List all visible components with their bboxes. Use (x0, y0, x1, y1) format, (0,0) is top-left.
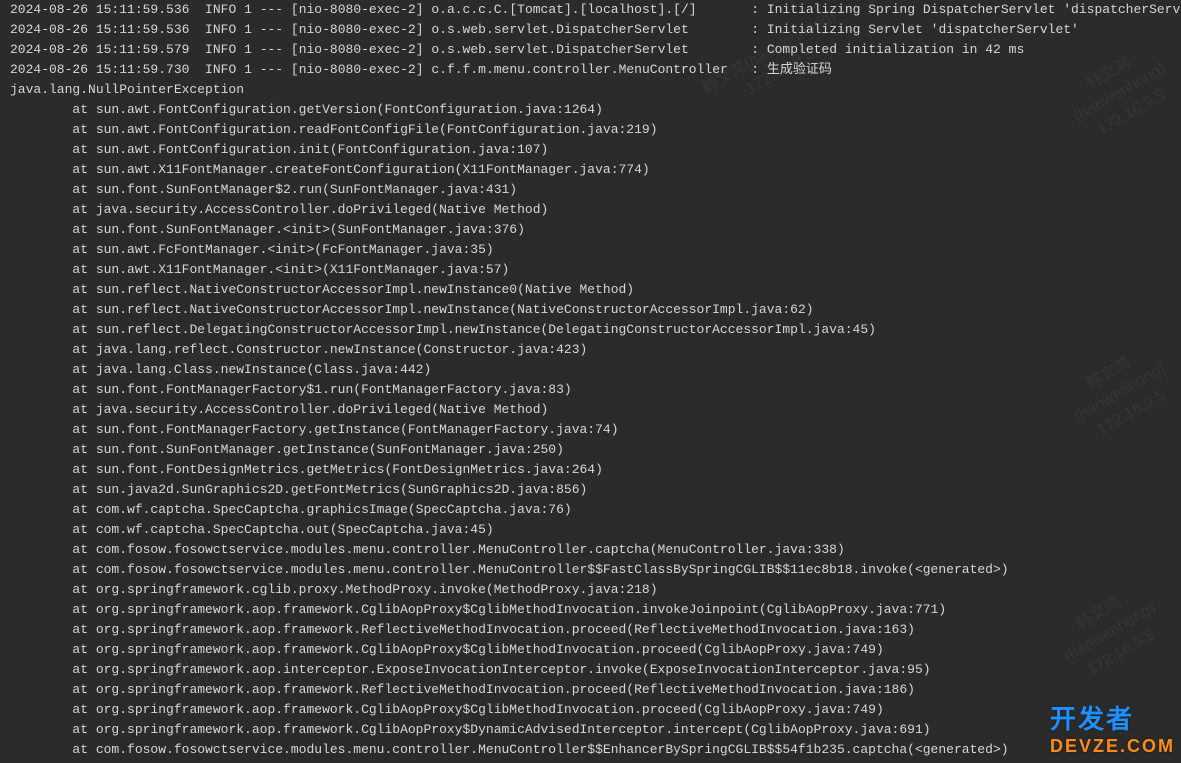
stack-frame: at sun.reflect.NativeConstructorAccessor… (10, 300, 1177, 320)
log-pid: 1 (244, 22, 252, 37)
stack-frame: at org.springframework.aop.framework.Ref… (10, 620, 1177, 640)
log-line: 2024-08-26 15:11:59.536 INFO 1 --- [nio-… (10, 0, 1177, 20)
stack-frame: at sun.reflect.NativeConstructorAccessor… (10, 280, 1177, 300)
stack-frame: at org.springframework.aop.framework.Ref… (10, 680, 1177, 700)
stack-frame: at java.lang.reflect.Constructor.newInst… (10, 340, 1177, 360)
stack-frame: at sun.awt.FcFontManager.<init>(FcFontMa… (10, 240, 1177, 260)
stack-frame: at sun.awt.X11FontManager.createFontConf… (10, 160, 1177, 180)
stack-frame: at sun.reflect.DelegatingConstructorAcce… (10, 320, 1177, 340)
stack-frame: at sun.awt.X11FontManager.<init>(X11Font… (10, 260, 1177, 280)
stack-frame: at sun.awt.FontConfiguration.readFontCon… (10, 120, 1177, 140)
stack-frame: at org.springframework.aop.interceptor.E… (10, 660, 1177, 680)
stack-frame: at org.springframework.cglib.proxy.Metho… (10, 580, 1177, 600)
stack-frame: at sun.java2d.SunGraphics2D.getFontMetri… (10, 480, 1177, 500)
stack-frame: at sun.font.SunFontManager.getInstance(S… (10, 440, 1177, 460)
stack-frame: at com.wf.captcha.SpecCaptcha.out(SpecCa… (10, 520, 1177, 540)
stack-frame: at sun.font.FontManagerFactory.getInstan… (10, 420, 1177, 440)
stack-frame: at org.springframework.aop.framework.Cgl… (10, 600, 1177, 620)
log-message: Initializing Servlet 'dispatcherServlet' (767, 22, 1079, 37)
stack-frame: at sun.awt.FontConfiguration.getVersion(… (10, 100, 1177, 120)
log-timestamp: 2024-08-26 15:11:59.536 (10, 22, 189, 37)
log-level: INFO (205, 62, 236, 77)
log-thread: [nio-8080-exec-2] (291, 62, 424, 77)
log-line: 2024-08-26 15:11:59.536 INFO 1 --- [nio-… (10, 20, 1177, 40)
stack-frame: at java.lang.Class.newInstance(Class.jav… (10, 360, 1177, 380)
stack-frame: at com.fosow.fosowctservice.modules.menu… (10, 740, 1177, 760)
log-timestamp: 2024-08-26 15:11:59.730 (10, 62, 189, 77)
log-level: INFO (205, 22, 236, 37)
log-pid: 1 (244, 42, 252, 57)
log-message: Completed initialization in 42 ms (767, 42, 1024, 57)
stack-frame: at org.springframework.aop.framework.Cgl… (10, 700, 1177, 720)
log-logger: o.s.web.servlet.DispatcherServlet (431, 42, 735, 57)
log-console[interactable]: 2024-08-26 15:11:59.536 INFO 1 --- [nio-… (0, 0, 1181, 763)
stack-frame: at sun.awt.FontConfiguration.init(FontCo… (10, 140, 1177, 160)
stack-frame: at com.fosow.fosowctservice.modules.menu… (10, 540, 1177, 560)
log-logger: o.s.web.servlet.DispatcherServlet (431, 22, 735, 37)
stack-frame: at com.wf.captcha.SpecCaptcha.graphicsIm… (10, 500, 1177, 520)
stack-frame: at sun.font.SunFontManager$2.run(SunFont… (10, 180, 1177, 200)
log-pid: 1 (244, 62, 252, 77)
stack-frame: at org.springframework.aop.framework.Cgl… (10, 640, 1177, 660)
log-line: 2024-08-26 15:11:59.579 INFO 1 --- [nio-… (10, 40, 1177, 60)
log-logger: c.f.f.m.menu.controller.MenuController (431, 62, 735, 77)
log-logger: o.a.c.c.C.[Tomcat].[localhost].[/] (431, 2, 735, 17)
stack-frame: at sun.font.SunFontManager.<init>(SunFon… (10, 220, 1177, 240)
stack-frame: at sun.font.FontManagerFactory$1.run(Fon… (10, 380, 1177, 400)
log-thread: [nio-8080-exec-2] (291, 22, 424, 37)
log-line: 2024-08-26 15:11:59.730 INFO 1 --- [nio-… (10, 60, 1177, 80)
stack-frame: at java.security.AccessController.doPriv… (10, 400, 1177, 420)
log-message: Initializing Spring DispatcherServlet 'd… (767, 2, 1181, 17)
log-level: INFO (205, 42, 236, 57)
log-thread: [nio-8080-exec-2] (291, 42, 424, 57)
log-level: INFO (205, 2, 236, 17)
log-timestamp: 2024-08-26 15:11:59.579 (10, 42, 189, 57)
log-thread: [nio-8080-exec-2] (291, 2, 424, 17)
stack-frame: at java.security.AccessController.doPriv… (10, 200, 1177, 220)
log-timestamp: 2024-08-26 15:11:59.536 (10, 2, 189, 17)
stack-frame: at sun.font.FontDesignMetrics.getMetrics… (10, 460, 1177, 480)
exception-header: java.lang.NullPointerException (10, 80, 1177, 100)
stack-frame: at org.springframework.aop.framework.Cgl… (10, 720, 1177, 740)
log-message: 生成验证码 (767, 62, 832, 77)
stack-frame: at com.fosow.fosowctservice.modules.menu… (10, 560, 1177, 580)
log-pid: 1 (244, 2, 252, 17)
